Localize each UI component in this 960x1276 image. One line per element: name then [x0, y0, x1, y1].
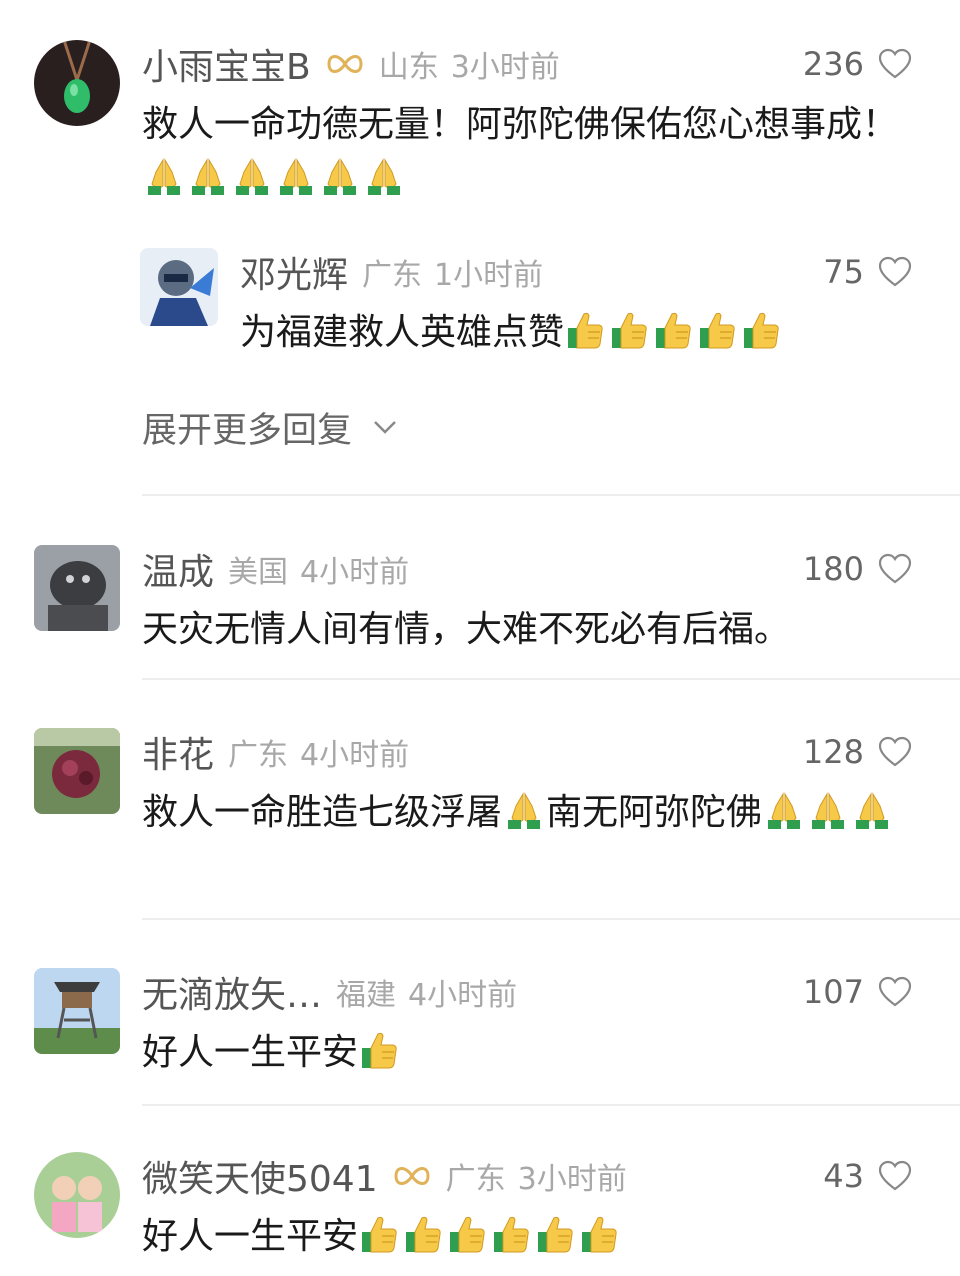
thumbs-up-emoji-icon [360, 1214, 400, 1254]
heart-icon[interactable] [878, 553, 912, 585]
infinity-badge-icon [392, 1161, 432, 1191]
thumbs-up-emoji-icon [536, 1214, 576, 1254]
comment-header: 温成 美国 4小时前 [142, 545, 409, 593]
location-label: 广东 [362, 258, 423, 293]
pray-emoji-icon [764, 790, 804, 830]
heart-icon[interactable] [878, 736, 912, 768]
pray-emoji-icon [364, 156, 404, 196]
child-photo-avatar[interactable] [34, 1152, 120, 1238]
comment-body: 好人一生平安 [142, 1032, 359, 1073]
comment-header: 非花 广东 4小时前 [142, 728, 409, 776]
divider [142, 494, 960, 496]
comment-header: 微笑天使5041 广东 3小时前 [142, 1152, 627, 1200]
like-button[interactable]: 107 [803, 968, 912, 1016]
pray-emoji-icon [276, 156, 316, 196]
like-count: 107 [802, 973, 864, 1011]
watchtower-avatar[interactable] [34, 968, 120, 1054]
comment-text: 救人一命功德无量！阿弥陀佛保佑您心想事成！ [142, 98, 922, 206]
like-count: 180 [802, 550, 864, 588]
reply-body: 为福建救人英雄点赞 [240, 312, 565, 353]
thumbs-up-emoji-icon [566, 310, 606, 350]
time-label: 3小时前 [517, 1162, 627, 1197]
pray-emoji-icon [504, 790, 544, 830]
time-label: 1小时前 [434, 258, 544, 293]
comment-body: 救人一命胜造七级浮屠 [142, 792, 503, 833]
pray-emoji-icon [232, 156, 272, 196]
like-button[interactable]: 75 [823, 248, 912, 296]
like-count: 75 [823, 253, 864, 291]
time-label: 4小时前 [300, 738, 410, 773]
thumbs-up-emoji-icon [404, 1214, 444, 1254]
like-count: 128 [802, 733, 864, 771]
location-label: 广东 [445, 1162, 506, 1197]
expand-replies-label: 展开更多回复 [142, 410, 353, 451]
thumbs-up-emoji-icon [492, 1214, 532, 1254]
thumbs-up-emoji-icon [580, 1214, 620, 1254]
comment-text: 好人一生平安 [142, 1026, 922, 1080]
comment-body: 救人一命功德无量！阿弥陀佛保佑您心想事成！ [142, 104, 899, 145]
comment-text: 救人一命胜造七级浮屠 南无阿弥陀佛 [142, 786, 922, 840]
username[interactable]: 邓光辉 [240, 246, 348, 298]
heart-icon[interactable] [878, 1160, 912, 1192]
pray-emoji-icon [144, 156, 184, 196]
username[interactable]: 无滴放矢… [142, 966, 322, 1018]
username[interactable]: 微笑天使5041 [142, 1150, 378, 1202]
time-label: 4小时前 [408, 978, 518, 1013]
jade-pendant-avatar[interactable] [34, 40, 120, 126]
username[interactable]: 小雨宝宝B [142, 38, 311, 90]
infinity-badge-icon [325, 49, 365, 79]
thumbs-up-emoji-icon [698, 310, 738, 350]
chevron-down-icon [374, 421, 396, 434]
comment-body: 天灾无情人间有情，大难不死必有后福。 [142, 609, 791, 650]
reply-header: 邓光辉 广东 1小时前 [240, 248, 543, 296]
divider [142, 918, 960, 920]
heart-icon[interactable] [878, 976, 912, 1008]
like-count: 43 [823, 1157, 864, 1195]
thumbs-up-emoji-icon [742, 310, 782, 350]
flower-avatar[interactable] [34, 728, 120, 814]
time-label: 4小时前 [300, 555, 410, 590]
username[interactable]: 非花 [142, 726, 214, 778]
like-button[interactable]: 180 [803, 545, 912, 593]
thumbs-up-emoji-icon [654, 310, 694, 350]
reply-text: 为福建救人英雄点赞 [240, 306, 920, 360]
comment-body-continued: 南无阿弥陀佛 [546, 792, 763, 833]
expand-replies-button[interactable]: 展开更多回复 [142, 402, 398, 452]
pray-emoji-icon [188, 156, 228, 196]
location-label: 美国 [228, 555, 289, 590]
cartoon-character-avatar[interactable] [140, 248, 218, 326]
location-label: 福建 [336, 978, 397, 1013]
pray-emoji-icon [808, 790, 848, 830]
like-button[interactable]: 128 [803, 728, 912, 776]
heart-icon[interactable] [878, 48, 912, 80]
comment-text: 好人一生平安 [142, 1210, 922, 1264]
username[interactable]: 温成 [142, 543, 214, 595]
comment-text: 天灾无情人间有情，大难不死必有后福。 [142, 603, 922, 657]
pray-emoji-icon [852, 790, 892, 830]
comment-header: 小雨宝宝B 山东 3小时前 [142, 40, 560, 88]
pray-emoji-icon [320, 156, 360, 196]
heart-icon[interactable] [878, 256, 912, 288]
stone-lion-avatar[interactable] [34, 545, 120, 631]
time-label: 3小时前 [450, 50, 560, 85]
comment-body: 好人一生平安 [142, 1216, 359, 1257]
thumbs-up-emoji-icon [360, 1030, 400, 1070]
location-label: 山东 [378, 50, 439, 85]
location-label: 广东 [228, 738, 289, 773]
like-button[interactable]: 43 [823, 1152, 912, 1200]
divider [142, 1104, 960, 1106]
thumbs-up-emoji-icon [448, 1214, 488, 1254]
like-count: 236 [802, 45, 864, 83]
like-button[interactable]: 236 [803, 40, 912, 88]
thumbs-up-emoji-icon [610, 310, 650, 350]
divider [142, 678, 960, 680]
comment-header: 无滴放矢… 福建 4小时前 [142, 968, 517, 1016]
